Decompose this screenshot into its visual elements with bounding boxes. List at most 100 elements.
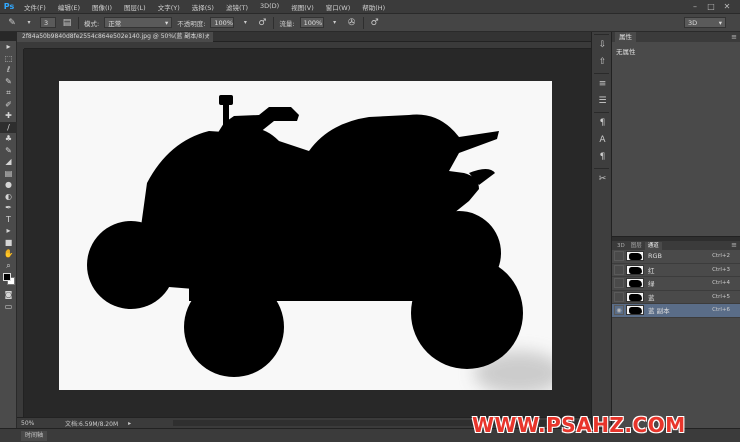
eyedropper-tool-icon[interactable]: ✐ — [0, 99, 17, 111]
chevron-right-icon[interactable]: ▸ — [128, 420, 131, 427]
maximize-icon[interactable]: □ — [706, 2, 716, 12]
dock-panel-icon[interactable]: ¶ — [592, 149, 613, 166]
dock-panel-icon[interactable]: ☰ — [592, 93, 613, 110]
channel-thumbnail — [626, 264, 644, 275]
color-swatches — [0, 271, 17, 289]
dock-panel-icon[interactable]: ⇩ — [592, 37, 613, 54]
airbrush-icon[interactable]: ✇ — [346, 17, 358, 29]
channel-row[interactable]: RGB Ctrl+2 — [612, 250, 740, 264]
chevron-down-icon[interactable]: ▾ — [23, 17, 35, 29]
menu-items: 文件(F) 编辑(E) 图像(I) 图层(L) 文字(Y) 选择(S) 滤镜(T) 3D(D)… — [18, 2, 391, 12]
chevron-down-icon[interactable]: ▾ — [239, 17, 251, 29]
mode-select[interactable]: 正常 ▾ — [104, 17, 173, 28]
visibility-eye-icon[interactable]: ◉ — [614, 305, 624, 316]
close-icon[interactable]: ✕ — [722, 2, 732, 12]
menu-item[interactable]: 视图(V) — [285, 2, 320, 12]
brush-preset-icon[interactable]: ✎ — [6, 17, 18, 29]
thumbnail-silhouette — [629, 280, 642, 288]
document-canvas[interactable] — [59, 81, 552, 390]
mode-label: 模式: — [84, 19, 100, 28]
menu-item[interactable]: 窗口(W) — [320, 2, 357, 12]
screen-mode-icon[interactable]: ▭ — [0, 301, 17, 313]
pressure-opacity-icon[interactable]: ♂ — [256, 17, 268, 29]
zoom-tool-icon[interactable]: ⌕ — [0, 260, 17, 272]
panel-menu-icon[interactable]: ≡ — [731, 33, 740, 41]
visibility-eye-icon[interactable] — [614, 291, 624, 302]
history-brush-tool-icon[interactable]: ✎ — [0, 145, 17, 157]
dock-panel-icon[interactable]: ≡ — [592, 76, 613, 93]
pressure-size-icon[interactable]: ♂ — [369, 17, 381, 29]
chevron-down-icon[interactable]: ▾ — [329, 17, 341, 29]
opacity-value: 100% — [214, 18, 233, 27]
menu-item[interactable]: 编辑(E) — [52, 2, 86, 12]
minimize-icon[interactable]: – — [690, 2, 700, 12]
quick-select-tool-icon[interactable]: ✎ — [0, 76, 17, 88]
workspace-select[interactable]: 3D ▾ — [684, 17, 726, 28]
menu-item[interactable]: 文件(F) — [18, 2, 52, 12]
menu-item[interactable]: 帮助(H) — [356, 2, 391, 12]
dock-panel-icon[interactable]: ¶ — [592, 115, 613, 132]
shape-tool-icon[interactable]: ■ — [0, 237, 17, 249]
dodge-tool-icon[interactable]: ◐ — [0, 191, 17, 203]
zoom-level[interactable]: 50% — [17, 419, 43, 428]
dock-panel-icon[interactable]: A — [592, 132, 613, 149]
opacity-input[interactable]: 100% — [210, 17, 235, 28]
pen-tool-icon[interactable]: ✒ — [0, 202, 17, 214]
visibility-eye-icon[interactable] — [614, 251, 624, 262]
tab-timeline[interactable]: 时间轴 — [21, 431, 48, 441]
tab-channels[interactable]: 通道 — [644, 242, 662, 250]
close-icon[interactable]: × — [204, 32, 210, 42]
document-tab[interactable]: 2f84a50b9840d8fe2554c864e502e140.jpg @ 5… — [17, 32, 213, 42]
menu-item[interactable]: 文字(Y) — [152, 2, 186, 12]
panel-dock: ⇩ ⇧ ≡ ☰ ¶ A ¶ ✂ — [591, 32, 612, 428]
visibility-eye-icon[interactable] — [614, 264, 624, 275]
channel-row[interactable]: ◉ 蓝 副本 Ctrl+6 — [612, 304, 740, 318]
menu-item[interactable]: 3D(D) — [254, 2, 285, 12]
brush-size-picker[interactable]: 3 — [40, 17, 56, 28]
tab-3d[interactable]: 3D — [614, 242, 628, 250]
separator — [273, 16, 275, 29]
brush-panel-icon[interactable]: ▤ — [61, 17, 73, 29]
healing-tool-icon[interactable]: ✚ — [0, 110, 17, 122]
menu-item[interactable]: 选择(S) — [186, 2, 220, 12]
menu-item[interactable]: 图层(L) — [118, 2, 152, 12]
canvas-area[interactable] — [24, 49, 591, 417]
stamp-tool-icon[interactable]: ♣ — [0, 133, 17, 145]
brush-tool-icon[interactable]: / — [0, 121, 17, 133]
crop-tool-icon[interactable]: ⌗ — [0, 87, 17, 99]
flow-input[interactable]: 100% — [299, 17, 324, 28]
thumbnail-silhouette — [629, 293, 642, 301]
lasso-tool-icon[interactable]: ℓ — [0, 64, 17, 76]
channel-thumbnail — [626, 291, 644, 302]
thumbnail-silhouette — [629, 307, 642, 315]
photoshop-logo: Ps — [3, 2, 15, 11]
eraser-tool-icon[interactable]: ◢ — [0, 156, 17, 168]
path-select-tool-icon[interactable]: ▸ — [0, 225, 17, 237]
quick-mask-icon[interactable]: ◙ — [0, 289, 17, 301]
menu-item[interactable]: 滤镜(T) — [220, 2, 254, 12]
hand-tool-icon[interactable]: ✋ — [0, 248, 17, 260]
channel-row[interactable]: 绿 Ctrl+4 — [612, 277, 740, 291]
tab-properties[interactable]: 属性 — [615, 32, 636, 42]
watermark-main: WWW.PSAHZ.COM — [472, 413, 686, 437]
channel-shortcut: Ctrl+5 — [712, 293, 730, 300]
separator — [78, 16, 79, 29]
menu-item[interactable]: 图像(I) — [86, 2, 118, 12]
workspace-value: 3D — [688, 18, 698, 27]
marquee-tool-icon[interactable]: ⬚ — [0, 53, 17, 65]
tab-layers[interactable]: 图层 — [628, 242, 645, 250]
foreground-color-swatch[interactable] — [3, 273, 11, 281]
channel-row[interactable]: 红 Ctrl+3 — [612, 264, 740, 277]
blur-tool-icon[interactable]: ● — [0, 179, 17, 191]
panel-menu-icon[interactable]: ≡ — [731, 241, 740, 250]
gradient-tool-icon[interactable]: ▤ — [0, 168, 17, 180]
move-tool-icon[interactable]: ▸ — [0, 41, 17, 53]
channel-name: 绿 — [648, 280, 655, 289]
dock-panel-icon[interactable]: ⇧ — [592, 54, 613, 71]
type-tool-icon[interactable]: T — [0, 214, 17, 226]
channel-name: 蓝 — [648, 293, 655, 302]
dock-icons: ⇩ ⇧ ≡ ☰ ¶ A ¶ ✂ — [592, 37, 611, 188]
visibility-eye-icon[interactable] — [614, 278, 624, 289]
channel-row[interactable]: 蓝 Ctrl+5 — [612, 291, 740, 304]
dock-panel-icon[interactable]: ✂ — [592, 171, 613, 188]
